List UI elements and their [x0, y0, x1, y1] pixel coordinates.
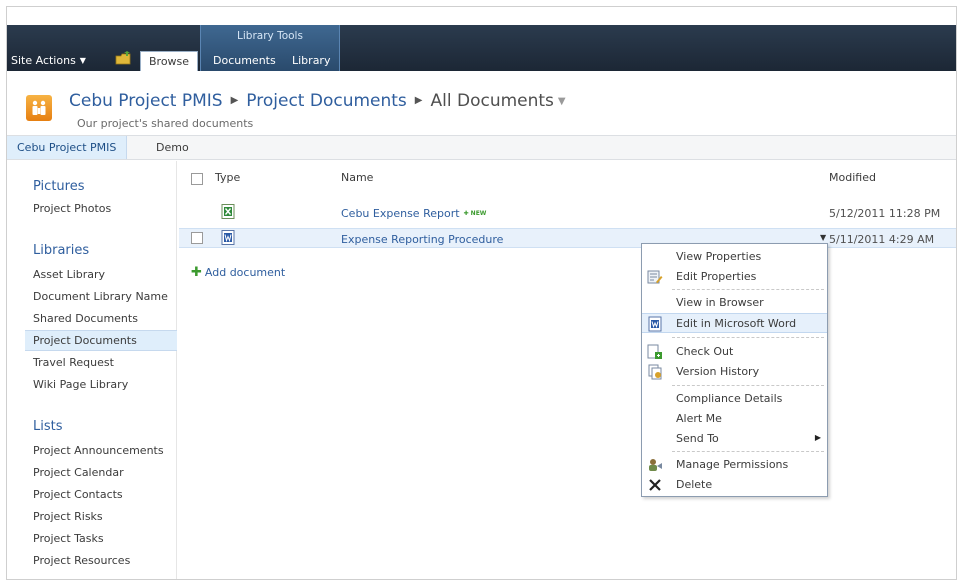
row-checkbox[interactable] — [191, 232, 203, 244]
ql-item-project-documents[interactable]: Project Documents — [25, 330, 177, 351]
tab-documents[interactable]: Documents — [205, 51, 284, 71]
ql-item-project-risks[interactable]: Project Risks — [33, 510, 103, 523]
ql-heading-libraries[interactable]: Libraries — [33, 243, 89, 258]
site-actions-menu[interactable]: Site Actions ▼ — [11, 54, 86, 67]
menu-item-label: Check Out — [676, 345, 734, 358]
menu-item-view-in-browser[interactable]: View in Browser — [642, 293, 827, 313]
submenu-arrow-icon: ▶ — [814, 433, 821, 442]
add-document-link[interactable]: ✚ Add document — [191, 265, 285, 280]
item-menu-chevron-icon[interactable]: ▼ — [820, 233, 826, 242]
page-description: Our project's shared documents — [77, 117, 254, 130]
ql-item-project-resources[interactable]: Project Resources — [33, 554, 130, 567]
version-history-icon — [648, 364, 662, 380]
view-selector[interactable]: All Documents — [431, 91, 554, 111]
menu-item-edit-in-microsoft-word[interactable]: Edit in Microsoft Word — [642, 313, 827, 333]
select-all-checkbox[interactable] — [191, 173, 203, 185]
document-link-cebu-expense-report[interactable]: Cebu Expense Report ✚ NEW — [341, 207, 486, 220]
ql-item-project-calendar[interactable]: Project Calendar — [33, 466, 124, 479]
check-out-icon — [647, 344, 662, 359]
menu-item-compliance-details[interactable]: Compliance Details — [642, 389, 827, 409]
menu-item-label: View Properties — [676, 250, 762, 263]
menu-separator — [672, 289, 824, 290]
menu-separator — [672, 385, 824, 386]
new-badge: ✚ NEW — [463, 210, 487, 217]
column-header-modified[interactable]: Modified — [829, 171, 876, 184]
ql-item-project-tasks[interactable]: Project Tasks — [33, 532, 104, 545]
permissions-icon — [649, 459, 662, 471]
site-actions-label: Site Actions — [11, 54, 76, 67]
menu-item-edit-properties[interactable]: Edit Properties — [642, 267, 827, 287]
menu-item-label: Manage Permissions — [676, 458, 789, 471]
delete-icon — [649, 479, 661, 491]
menu-item-label: Send To — [676, 432, 719, 445]
menu-item-label: View in Browser — [676, 296, 764, 309]
topnav-item-cebu-project-pmis[interactable]: Cebu Project PMIS — [7, 136, 128, 159]
breadcrumb-library-link[interactable]: Project Documents — [246, 91, 407, 111]
chevron-down-icon: ▼ — [79, 56, 86, 65]
edit-properties-icon — [647, 270, 663, 284]
ql-heading-pictures[interactable]: Pictures — [33, 179, 84, 194]
site-logo-icon — [26, 95, 52, 121]
library-tools-label: Library Tools — [237, 30, 303, 42]
navigate-up-icon[interactable] — [115, 51, 131, 65]
menu-item-manage-permissions[interactable]: Manage Permissions — [642, 455, 827, 475]
ql-heading-lists[interactable]: Lists — [33, 419, 63, 434]
chevron-down-icon[interactable]: ▼ — [558, 96, 566, 107]
column-header-name[interactable]: Name — [341, 171, 373, 184]
sharepoint-window: Library Tools Site Actions ▼ Browse Docu… — [6, 6, 957, 580]
document-list: Type Name Modified Cebu Expense Report ✚ … — [177, 161, 956, 579]
menu-item-send-to[interactable]: Send To ▶ — [642, 429, 827, 449]
item-context-menu: View Properties Edit Properties View in … — [641, 243, 828, 497]
ql-item-asset-library[interactable]: Asset Library — [33, 268, 105, 281]
menu-item-alert-me[interactable]: Alert Me — [642, 409, 827, 429]
ql-item-project-contacts[interactable]: Project Contacts — [33, 488, 123, 501]
menu-item-label: Compliance Details — [676, 392, 783, 405]
breadcrumb-site-link[interactable]: Cebu Project PMIS — [69, 91, 223, 111]
ql-item-wiki-page-library[interactable]: Wiki Page Library — [33, 378, 128, 391]
menu-item-label: Alert Me — [676, 412, 722, 425]
excel-icon — [221, 204, 235, 219]
menu-item-label: Edit Properties — [676, 270, 757, 283]
menu-item-label: Edit in Microsoft Word — [676, 317, 797, 330]
ql-item-project-announcements[interactable]: Project Announcements — [33, 444, 164, 457]
menu-separator — [672, 337, 824, 338]
menu-separator — [672, 451, 824, 452]
tab-browse[interactable]: Browse — [140, 51, 199, 72]
document-link-expense-reporting-procedure[interactable]: Expense Reporting Procedure — [341, 233, 503, 246]
ql-item-project-photos[interactable]: Project Photos — [33, 202, 111, 215]
modified-date: 5/12/2011 11:28 PM — [829, 207, 941, 220]
breadcrumb-separator-icon: ▶ — [414, 95, 423, 106]
menu-item-delete[interactable]: Delete — [642, 475, 827, 495]
menu-item-label: Delete — [676, 478, 713, 491]
document-name: Cebu Expense Report — [341, 207, 460, 220]
column-header-type[interactable]: Type — [215, 171, 240, 184]
add-document-label: Add document — [204, 266, 286, 279]
add-icon: ✚ — [191, 265, 202, 280]
title-area: Cebu Project PMIS ▶ Project Documents ▶ All … — [7, 71, 956, 134]
ribbon-bar: Library Tools Site Actions ▼ Browse Docu… — [7, 25, 956, 72]
top-navigation: Cebu Project PMIS Demo — [7, 135, 956, 160]
word-icon — [648, 316, 662, 332]
menu-item-version-history[interactable]: Version History — [642, 362, 827, 382]
ql-item-travel-request[interactable]: Travel Request — [33, 356, 114, 369]
breadcrumb: Cebu Project PMIS ▶ Project Documents ▶ All … — [69, 91, 566, 111]
topnav-item-demo[interactable]: Demo — [146, 136, 199, 159]
menu-item-check-out[interactable]: Check Out — [642, 342, 827, 362]
menu-item-label: Version History — [676, 365, 760, 378]
tab-library[interactable]: Library — [284, 51, 338, 71]
ql-item-document-library-name[interactable]: Document Library Name — [33, 290, 168, 303]
breadcrumb-separator-icon: ▶ — [230, 95, 239, 106]
quick-launch: Pictures Project Photos Libraries Asset … — [7, 161, 177, 579]
word-icon — [221, 230, 235, 245]
ql-item-shared-documents[interactable]: Shared Documents — [33, 312, 138, 325]
menu-item-view-properties[interactable]: View Properties — [642, 247, 827, 267]
modified-date: 5/11/2011 4:29 AM — [829, 233, 935, 246]
